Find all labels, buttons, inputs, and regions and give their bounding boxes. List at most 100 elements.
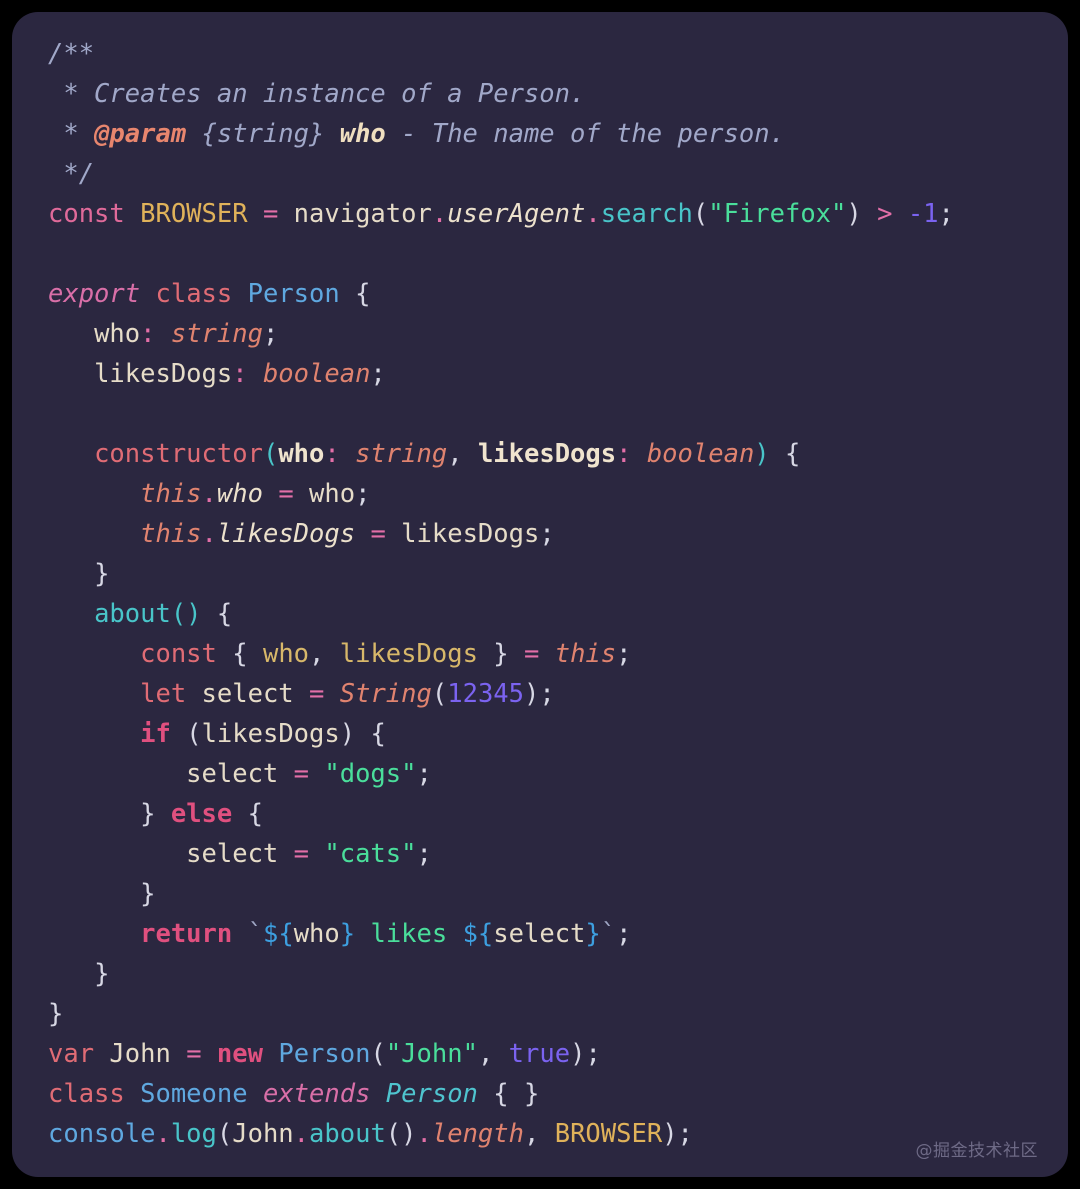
code-token: { }: [493, 1079, 540, 1109]
code-token: likesDogs: [94, 359, 233, 389]
code-token: Person: [247, 279, 340, 309]
code-line: }: [12, 954, 1068, 994]
watermark: @掘金技术社区: [915, 1141, 1038, 1161]
code-token: @param: [94, 119, 187, 149]
code-token: about: [309, 1119, 386, 1149]
code-line: who: string;: [12, 314, 1068, 354]
code-token: ): [846, 199, 862, 229]
code-token: =: [186, 1039, 202, 1069]
code-token: Person: [278, 1039, 371, 1069]
code-token: {: [370, 719, 386, 749]
code-token: (): [170, 599, 202, 629]
code-line: if (likesDogs) {: [12, 714, 1068, 754]
code-token: who: [262, 639, 310, 669]
code-token: search: [600, 199, 693, 229]
code-line: this.likesDogs = likesDogs;: [12, 514, 1068, 554]
code-token: this: [554, 639, 617, 669]
code-token: }: [48, 999, 64, 1029]
code-token: ,: [447, 439, 463, 469]
code-token: (: [692, 199, 709, 229]
code-token: select: [201, 679, 294, 709]
code-token: {: [247, 799, 263, 829]
code-line: export class Person {: [12, 274, 1068, 314]
code-token: -1: [907, 199, 939, 229]
code-token: Someone: [140, 1079, 248, 1109]
code-token: ): [339, 719, 356, 749]
code-token: likesDogs: [339, 639, 478, 669]
code-token: userAgent: [447, 199, 586, 229]
code-line: const { who, likesDogs } = this;: [12, 634, 1068, 674]
code-token: {string}: [186, 119, 340, 149]
code-token: export: [48, 279, 141, 309]
code-token: ;: [539, 679, 555, 709]
code-token: ;: [616, 919, 632, 949]
code-token: {: [232, 639, 248, 669]
code-line: constructor(who: string, likesDogs: bool…: [12, 434, 1068, 474]
code-token: (): [385, 1119, 417, 1149]
code-token: select: [186, 839, 279, 869]
code-token: class: [155, 279, 233, 309]
code-line: class Someone extends Person { }: [12, 1074, 1068, 1114]
code-token: }: [94, 559, 110, 589]
code-line: }: [12, 554, 1068, 594]
code-token: >: [877, 199, 893, 229]
code-token: ;: [677, 1119, 693, 1149]
code-token: :: [616, 439, 632, 469]
code-token: var: [48, 1039, 95, 1069]
code-token: =: [370, 519, 386, 549]
code-token: who: [293, 919, 340, 949]
code-token: if: [140, 719, 171, 749]
code-token: likesDogs: [216, 519, 356, 549]
code-token: =: [524, 639, 540, 669]
code-token: * Creates an instance of a Person.: [48, 79, 586, 109]
code-token: :: [232, 359, 248, 389]
code-token: ;: [416, 839, 432, 869]
code-token: const: [140, 639, 217, 669]
code-token: }: [585, 919, 601, 949]
code-block[interactable]: /** * Creates an instance of a Person. *…: [12, 12, 1068, 1154]
code-token: }: [493, 639, 509, 669]
code-token: ;: [616, 639, 632, 669]
code-token: `: [600, 919, 617, 949]
code-token: ): [524, 679, 540, 709]
code-token: }: [94, 959, 110, 989]
code-token: *: [48, 119, 95, 149]
code-line: likesDogs: boolean;: [12, 354, 1068, 394]
code-token: }: [339, 919, 356, 949]
code-token: true: [508, 1039, 571, 1069]
code-token: string: [355, 439, 448, 469]
code-line: return `${who} likes ${select}`;: [12, 914, 1068, 954]
code-token: console: [48, 1119, 156, 1149]
code-token: "dogs": [324, 759, 417, 789]
code-token: .: [416, 1119, 432, 1149]
code-line: select = "cats";: [12, 834, 1068, 874]
